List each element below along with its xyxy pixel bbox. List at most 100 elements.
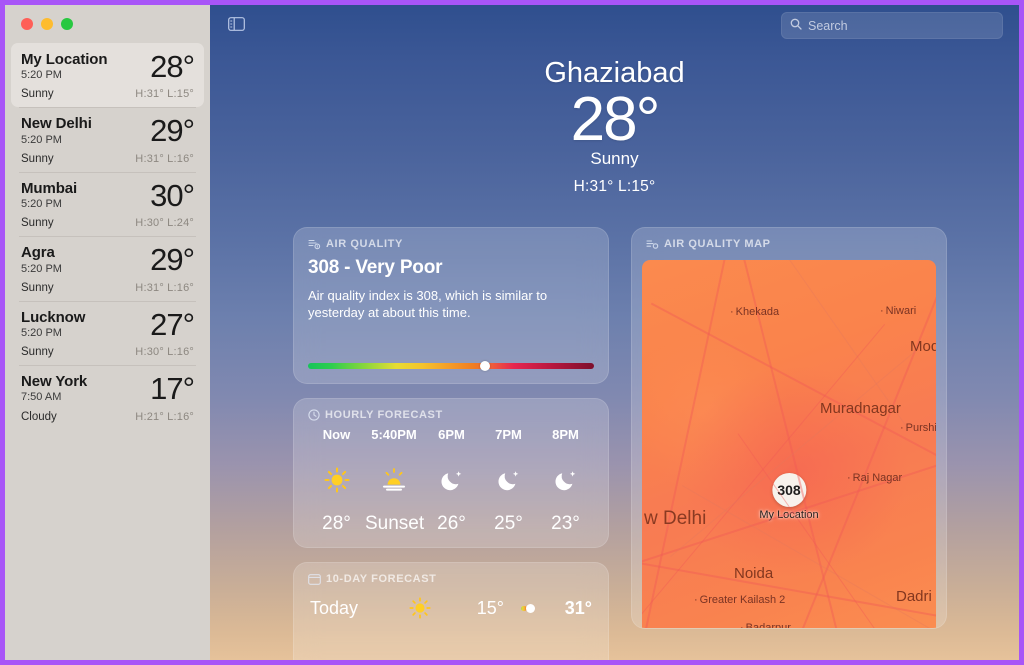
city-list-item[interactable]: New York 7:50 AM 17° Cloudy H:21° L:16° [11, 365, 204, 429]
sidebar-toggle-icon[interactable] [222, 12, 250, 36]
minimize-button[interactable] [41, 18, 53, 30]
ten-day-forecast-card[interactable]: 10-DAY FORECAST Today 15° 31° [293, 562, 609, 660]
air-quality-title: 308 - Very Poor [308, 257, 443, 278]
hourly-time-label: 8PM [552, 427, 579, 442]
close-button[interactable] [21, 18, 33, 30]
city-list-item[interactable]: Agra 5:20 PM 29° Sunny H:31° L:16° [11, 236, 204, 300]
calendar-icon [308, 573, 321, 585]
map-place-label: Purshi [900, 422, 936, 434]
map-place-label: w Delhi [644, 508, 707, 529]
city-name: New York [21, 373, 88, 391]
city-condition: Cloudy [21, 410, 57, 423]
day-low-temperature: 15° [476, 597, 504, 618]
air-quality-map-card[interactable]: AIR QUALITY MAP 308 My Location KhekadaN… [631, 227, 947, 629]
city-time: 7:50 AM [21, 391, 62, 404]
hourly-temperature: Sunset [365, 513, 425, 534]
window-controls [5, 5, 210, 43]
air-quality-header-label: AIR QUALITY [326, 238, 403, 250]
moon-icon [537, 460, 594, 500]
hourly-time-label: 7PM [495, 427, 522, 442]
city-list-item[interactable]: Lucknow 5:20 PM 27° Sunny H:30° L:16° [11, 300, 204, 365]
moon-icon [423, 460, 480, 500]
city-condition: Sunny [21, 217, 54, 230]
city-condition: Sunny [21, 281, 54, 294]
zoom-button[interactable] [61, 18, 73, 30]
main-content: Ghaziabad 28° Sunny H:31° L:15° [210, 5, 1019, 660]
city-time: 5:20 PM [21, 327, 62, 339]
air-quality-map-icon [646, 238, 659, 250]
map-place-label: Noida [734, 565, 774, 582]
city-temperature: 30° [150, 177, 195, 213]
sun-icon [308, 460, 365, 500]
city-temperature: 28° [150, 49, 195, 84]
hourly-forecast-item: 8PM 23° [537, 427, 594, 535]
city-condition: Sunny [21, 152, 54, 165]
map-place-label: Niwari [880, 305, 917, 317]
hero-current-weather: Ghaziabad 28° Sunny H:31° L:15° [210, 57, 1019, 196]
city-temperature: 29° [150, 113, 195, 149]
city-high-low: H:30° L:24° [135, 217, 194, 230]
air-quality-card-header: AIR QUALITY [294, 228, 608, 254]
search-input[interactable] [808, 18, 994, 33]
hourly-forecast-item: Now 28° [308, 427, 365, 535]
sun-icon [394, 597, 446, 619]
ten-day-forecast-row: Today 15° 31° [294, 589, 608, 619]
ten-day-forecast-header-label: 10-DAY FORECAST [326, 573, 437, 585]
city-condition: Sunny [21, 346, 54, 359]
hourly-temperature: 26° [437, 513, 466, 534]
map-place-label: Badarpur [740, 622, 791, 628]
hourly-forecast-header-label: HOURLY FORECAST [325, 409, 443, 421]
city-high-low: H:31° L:16° [135, 152, 194, 165]
cards-grid: AIR QUALITY 308 - Very Poor Air quality … [293, 227, 1003, 660]
city-list-item[interactable]: Mumbai 5:20 PM 30° Sunny H:30° L:24° [11, 171, 204, 236]
sunset-icon [365, 460, 423, 500]
hourly-time-label: 6PM [438, 427, 465, 442]
moon-icon [480, 460, 537, 500]
hourly-forecast-row: Now 28° 5:40PM Sunset 6PM 26° 7PM 25° 8PM 23° [294, 425, 608, 535]
search-icon [790, 17, 802, 35]
hourly-temperature: 25° [494, 513, 523, 534]
search-box[interactable] [781, 12, 1003, 39]
city-list-item[interactable]: My Location 5:20 PM 28° Sunny H:31° L:15° [11, 43, 204, 108]
weather-app-window: My Location 5:20 PM 28° Sunny H:31° L:15° New… [5, 5, 1019, 660]
air-quality-map-canvas[interactable]: 308 My Location KhekadaNiwariModinagarMu… [642, 260, 936, 628]
map-place-label: Raj Nagar [847, 472, 903, 484]
hero-high-low: H:31° L:15° [573, 178, 656, 196]
day-high-temperature: 31° [564, 597, 592, 618]
city-name: Agra [21, 244, 55, 262]
city-name: New Delhi [21, 115, 92, 133]
city-name: Mumbai [21, 179, 78, 197]
city-list-item[interactable]: New Delhi 5:20 PM 29° Sunny H:31° L:16° [11, 107, 204, 171]
map-place-label: Muradnagar [820, 400, 901, 417]
air-quality-gradient-bar [308, 363, 594, 369]
day-name: Today [310, 597, 359, 618]
map-road-line [670, 344, 924, 558]
city-temperature: 27° [150, 306, 195, 342]
hero-temperature: 28° [570, 85, 661, 154]
clock-icon [308, 409, 320, 421]
hourly-forecast-card[interactable]: HOURLY FORECAST Now 28° 5:40PM Sunset 6PM 26°… [293, 398, 609, 548]
air-quality-map-header-label: AIR QUALITY MAP [664, 238, 771, 250]
city-time: 5:20 PM [21, 198, 62, 211]
city-time: 5:20 PM [21, 262, 62, 275]
day-current-indicator [525, 603, 535, 613]
map-place-label: Dadri [896, 588, 932, 605]
hero-condition: Sunny [590, 149, 639, 169]
hourly-forecast-item: 6PM 26° [423, 427, 480, 535]
air-quality-card[interactable]: AIR QUALITY 308 - Very Poor Air quality … [293, 227, 609, 384]
map-road-line [642, 260, 729, 628]
map-place-label: Modinagar [910, 338, 936, 355]
map-road-line [650, 302, 936, 460]
city-time: 5:20 PM [21, 69, 62, 82]
hourly-forecast-card-header: HOURLY FORECAST [294, 399, 608, 425]
city-high-low: H:30° L:16° [135, 346, 194, 359]
hourly-forecast-item: 7PM 25° [480, 427, 537, 535]
toolbar [210, 5, 1019, 43]
sidebar: My Location 5:20 PM 28° Sunny H:31° L:15° New… [5, 5, 210, 660]
left-column: AIR QUALITY 308 - Very Poor Air quality … [293, 227, 609, 660]
hourly-time-label: Now [322, 427, 351, 442]
city-name: My Location [21, 51, 108, 68]
map-road-line [642, 561, 936, 621]
city-temperature: 29° [150, 242, 195, 278]
city-list: My Location 5:20 PM 28° Sunny H:31° L:15° New… [5, 43, 210, 430]
